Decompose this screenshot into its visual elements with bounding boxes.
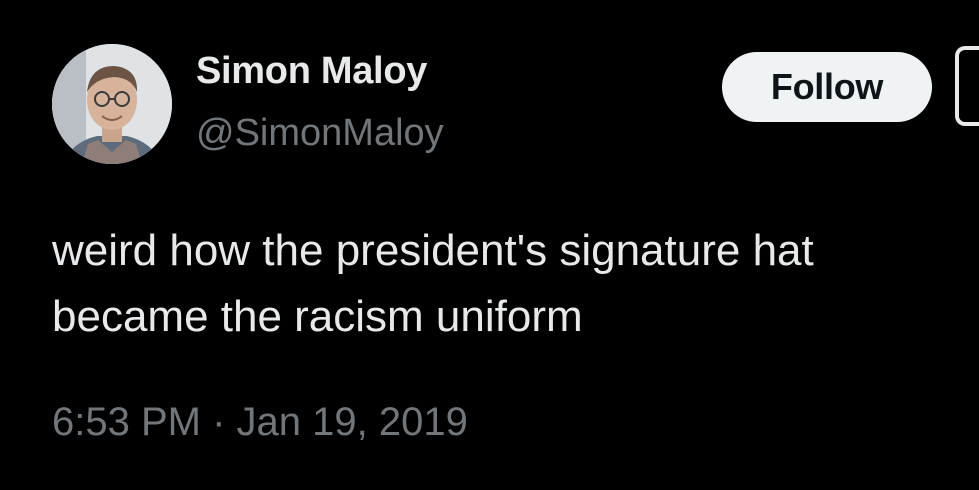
tweet-timestamp[interactable]: 6:53 PM · Jan 19, 2019 xyxy=(52,400,468,445)
avatar[interactable] xyxy=(52,44,172,164)
author-handle[interactable]: @SimonMaloy xyxy=(196,112,444,155)
avatar-photo xyxy=(52,44,172,164)
more-options-icon[interactable] xyxy=(955,46,979,126)
author-display-name[interactable]: Simon Maloy xyxy=(196,50,427,93)
follow-button[interactable]: Follow xyxy=(722,52,932,122)
tweet-text: weird how the president's signature hat … xyxy=(52,226,814,341)
